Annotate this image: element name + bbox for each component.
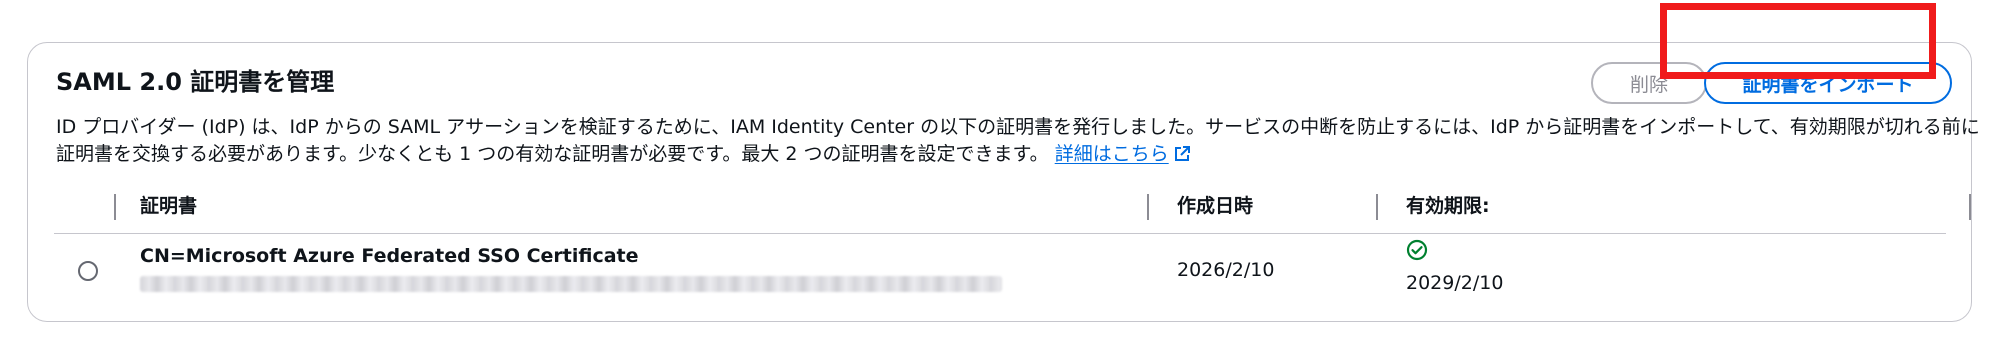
saml-certificate-panel: SAML 2.0 証明書を管理 削除 証明書をインポート ID プロバイダー (… [27,42,1980,322]
expiration-date: 2029/2/10 [1406,272,1504,294]
delete-button[interactable]: 削除 [1591,62,1707,104]
column-separator[interactable] [1376,194,1378,220]
check-circle-icon [1406,239,1428,261]
column-separator[interactable] [1969,194,1971,220]
certificate-name: CN=Microsoft Azure Federated SSO Certifi… [140,245,639,267]
column-header-certificate[interactable]: 証明書 [140,192,197,220]
row-select-radio[interactable] [78,261,98,281]
table-row[interactable]: CN=Microsoft Azure Federated SSO Certifi… [54,234,1946,310]
column-separator [114,194,116,220]
redacted-certificate-details [140,276,1002,292]
panel-title: SAML 2.0 証明書を管理 [56,68,335,96]
learn-more-label: 詳細はこちら [1054,143,1169,165]
created-date: 2026/2/10 [1177,259,1275,281]
column-separator[interactable] [1147,194,1149,220]
table-header: 証明書 作成日時 有効期限: [54,182,1971,234]
column-header-expires[interactable]: 有効期限: [1406,192,1490,220]
external-link-icon [1174,146,1190,161]
column-header-created[interactable]: 作成日時 [1177,192,1253,220]
import-certificate-button[interactable]: 証明書をインポート [1704,62,1952,104]
panel-description: ID プロバイダー (IdP) は、IdP からの SAML アサーションを検証… [56,114,1981,168]
learn-more-link[interactable]: 詳細はこちら [1055,143,1191,165]
description-text: ID プロバイダー (IdP) は、IdP からの SAML アサーションを検証… [56,116,1980,165]
